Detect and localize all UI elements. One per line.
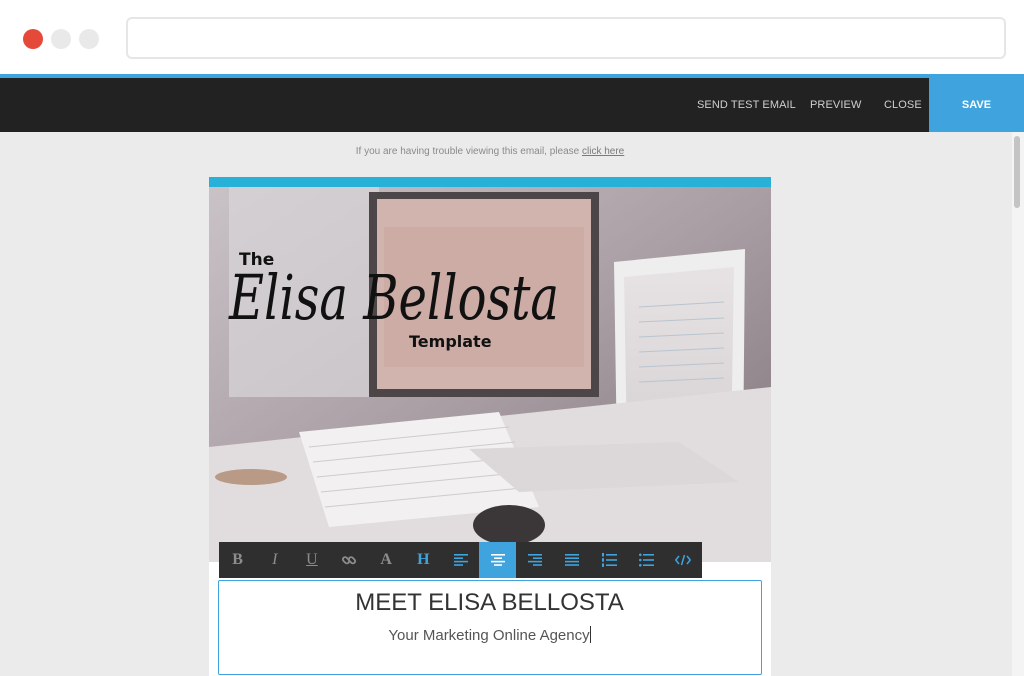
minimize-window-dot[interactable] xyxy=(51,29,71,49)
align-right-icon xyxy=(527,554,542,566)
link-button[interactable] xyxy=(330,542,367,578)
save-button[interactable]: SAVE xyxy=(929,78,1024,132)
link-icon xyxy=(341,556,357,565)
hero-script-name: Elisa Bellosta xyxy=(228,261,559,334)
email-heading[interactable]: MEET ELISA BELLOSTA xyxy=(219,589,760,617)
justify-button[interactable] xyxy=(553,542,590,578)
close-button[interactable]: CLOSE xyxy=(884,78,922,132)
maximize-window-dot[interactable] xyxy=(79,29,99,49)
underline-button[interactable]: U xyxy=(293,542,330,578)
email-subheading-text: Your Marketing Online Agency xyxy=(388,627,590,644)
heading-icon: H xyxy=(417,551,430,568)
font-color-icon: A xyxy=(380,551,392,568)
hero-template-text: Template xyxy=(409,332,492,351)
address-bar[interactable] xyxy=(126,17,1006,59)
send-test-email-button[interactable]: SEND TEST EMAIL xyxy=(697,78,796,132)
align-left-button[interactable] xyxy=(442,542,479,578)
align-center-icon xyxy=(490,554,505,566)
source-code-button[interactable] xyxy=(665,542,702,578)
click-here-link[interactable]: click here xyxy=(582,146,624,157)
font-color-button[interactable]: A xyxy=(368,542,405,578)
underline-icon: U xyxy=(306,551,318,568)
bold-icon: B xyxy=(232,551,243,568)
hero-image[interactable]: The Elisa Bellosta Template xyxy=(209,187,771,562)
email-subheading[interactable]: Your Marketing Online Agency xyxy=(219,626,760,644)
preview-button[interactable]: PREVIEW xyxy=(810,78,861,132)
text-caret xyxy=(589,626,591,643)
scrollbar-thumb[interactable] xyxy=(1014,136,1020,208)
text-block-editor[interactable]: MEET ELISA BELLOSTA Your Marketing Onlin… xyxy=(218,580,762,675)
ordered-list-button[interactable] xyxy=(591,542,628,578)
align-center-button[interactable] xyxy=(479,542,517,578)
email-top-bar xyxy=(209,177,771,187)
italic-button[interactable]: I xyxy=(256,542,293,578)
align-left-icon xyxy=(453,554,468,566)
trouble-text: If you are having trouble viewing this e… xyxy=(355,146,580,157)
unordered-list-button[interactable] xyxy=(628,542,665,578)
editor-toolbar: SEND TEST EMAIL PREVIEW CLOSE xyxy=(0,78,1024,132)
justify-icon xyxy=(564,554,579,566)
italic-icon: I xyxy=(272,551,278,568)
code-icon xyxy=(675,554,692,566)
bold-button[interactable]: B xyxy=(219,542,256,578)
text-format-toolbar: B I U A H xyxy=(219,542,702,578)
close-window-dot[interactable] xyxy=(23,29,43,49)
ordered-list-icon xyxy=(601,553,617,567)
heading-button[interactable]: H xyxy=(405,542,442,578)
align-right-button[interactable] xyxy=(516,542,553,578)
browser-chrome xyxy=(0,0,1024,75)
vertical-scrollbar[interactable] xyxy=(1012,132,1024,676)
view-in-browser-notice: If you are having trouble viewing this e… xyxy=(0,146,980,157)
unordered-list-icon xyxy=(638,553,654,567)
